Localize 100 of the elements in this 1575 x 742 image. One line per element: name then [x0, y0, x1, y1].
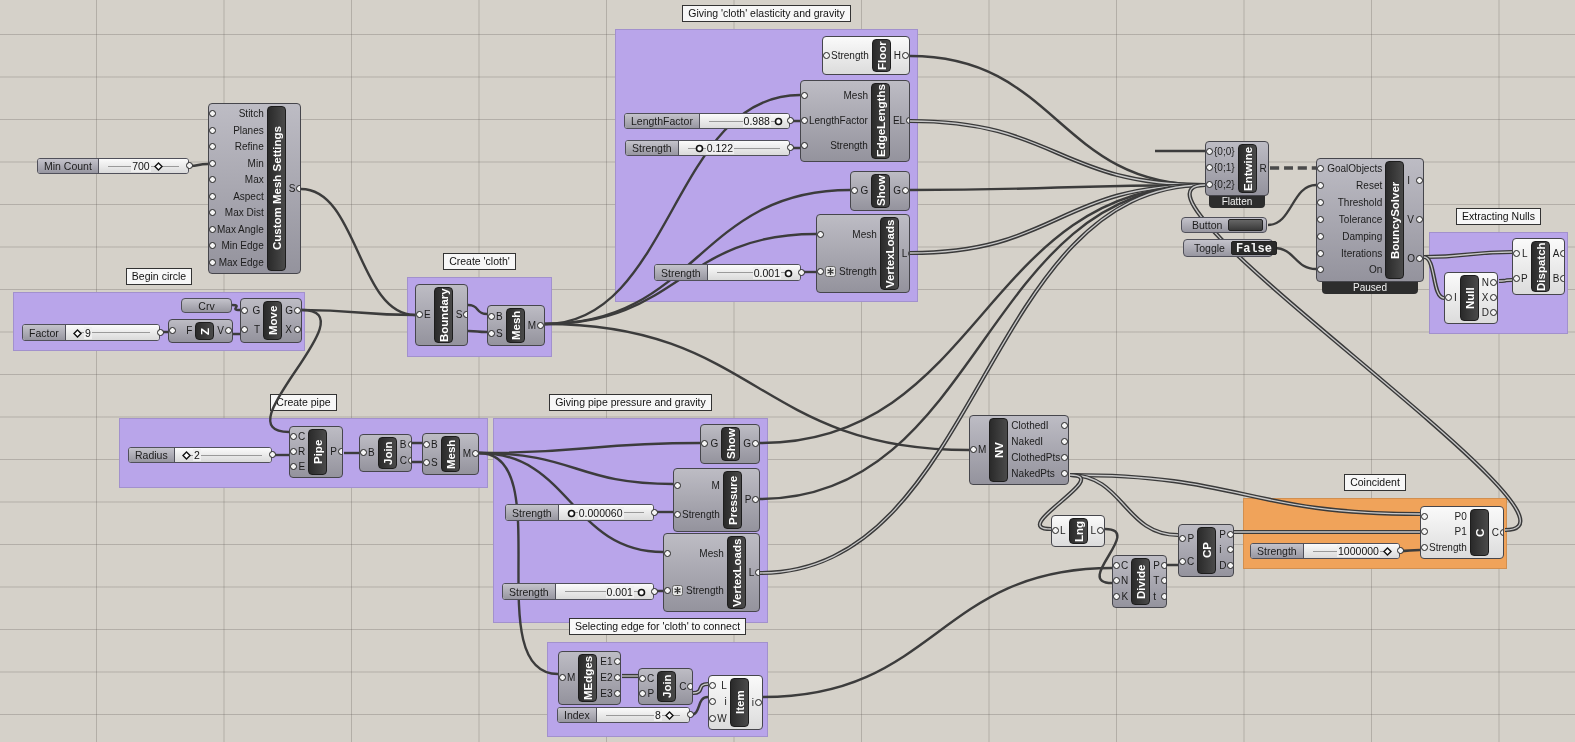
- slider-grip[interactable]: [664, 711, 674, 720]
- input-port[interactable]: LengthFactor: [801, 115, 871, 127]
- output-port[interactable]: G: [740, 438, 759, 450]
- input-port[interactable]: P0: [1421, 510, 1470, 523]
- component[interactable]: L i W Item i: [708, 675, 763, 730]
- input-port[interactable]: L: [1052, 525, 1069, 537]
- input-port[interactable]: S: [488, 328, 506, 341]
- toggle-value[interactable]: False: [1230, 241, 1277, 255]
- output-port[interactable]: L: [1087, 525, 1104, 537]
- output-port[interactable]: X: [282, 324, 301, 337]
- input-port[interactable]: P1: [1421, 526, 1470, 539]
- output-port[interactable]: A: [1549, 247, 1564, 260]
- input-port[interactable]: Refine: [209, 141, 267, 154]
- component[interactable]: E Boundary S: [415, 284, 468, 346]
- output-port[interactable]: E3: [597, 688, 620, 700]
- input-port[interactable]: Reset: [1317, 180, 1386, 193]
- output-port[interactable]: S: [452, 309, 467, 321]
- input-port[interactable]: {0;1}: [1206, 162, 1238, 175]
- output-port[interactable]: B: [396, 439, 411, 451]
- push-button[interactable]: [1228, 219, 1263, 231]
- output-port[interactable]: M: [524, 319, 544, 332]
- output-port[interactable]: i: [1216, 544, 1233, 557]
- output-port[interactable]: NakedI: [1008, 436, 1068, 448]
- component[interactable]: G Show G: [700, 424, 760, 464]
- slider-grip[interactable]: [153, 162, 163, 171]
- input-port[interactable]: B: [360, 447, 378, 459]
- input-port[interactable]: On: [1317, 264, 1386, 277]
- input-port[interactable]: Strength: [674, 508, 723, 521]
- output-port[interactable]: M: [459, 448, 478, 460]
- input-port[interactable]: Max Angle: [209, 223, 267, 236]
- input-port[interactable]: F: [169, 325, 196, 337]
- input-port[interactable]: I: [1445, 292, 1460, 304]
- output-port[interactable]: i: [748, 696, 762, 709]
- output-port[interactable]: E2: [597, 672, 620, 684]
- input-port[interactable]: Stitch: [209, 108, 267, 121]
- input-port[interactable]: Damping: [1317, 230, 1386, 243]
- input-port[interactable]: M: [674, 479, 723, 492]
- input-port[interactable]: P: [639, 688, 658, 701]
- slider-grip[interactable]: [1382, 547, 1392, 556]
- input-port[interactable]: Mesh: [801, 89, 871, 102]
- slider-grip[interactable]: [566, 508, 576, 518]
- input-port[interactable]: Mesh: [817, 229, 880, 242]
- output-port[interactable]: NakedPts: [1008, 468, 1068, 480]
- input-port[interactable]: Planes: [209, 124, 267, 137]
- output-port[interactable]: X: [1478, 292, 1497, 304]
- input-port[interactable]: K: [1113, 591, 1132, 604]
- input-port[interactable]: N: [1113, 575, 1132, 588]
- input-port[interactable]: Mesh: [664, 548, 727, 561]
- slider-grip[interactable]: [636, 587, 646, 597]
- input-port[interactable]: Aspect: [209, 190, 267, 203]
- slider-grip[interactable]: [182, 451, 192, 460]
- curve-parameter[interactable]: Crv: [181, 298, 232, 313]
- output-port[interactable]: ClothedI: [1008, 420, 1068, 432]
- input-port[interactable]: Strength: [1421, 542, 1470, 555]
- input-port[interactable]: M: [559, 672, 579, 684]
- output-port[interactable]: B: [1549, 273, 1564, 286]
- slider-grip[interactable]: [784, 268, 793, 278]
- input-port[interactable]: {0;2}: [1206, 178, 1238, 191]
- input-port[interactable]: Max Dist: [209, 207, 267, 220]
- output-port[interactable]: D: [1216, 560, 1233, 573]
- input-port[interactable]: Strength: [823, 49, 872, 62]
- output-port[interactable]: P: [741, 494, 759, 506]
- input-port[interactable]: Max Edge: [209, 256, 267, 269]
- component[interactable]: L Lng L: [1051, 515, 1105, 547]
- input-port[interactable]: W: [709, 712, 730, 725]
- input-port[interactable]: Threshold: [1317, 197, 1386, 210]
- input-port[interactable]: Strength: [801, 140, 871, 153]
- input-port[interactable]: E: [416, 309, 434, 321]
- output-port[interactable]: I: [1404, 174, 1423, 187]
- output-port[interactable]: C: [676, 680, 692, 693]
- output-port[interactable]: G: [282, 304, 301, 317]
- output-port[interactable]: E1: [597, 656, 620, 668]
- output-port[interactable]: L: [745, 566, 759, 579]
- input-port[interactable]: E: [290, 461, 309, 474]
- slider-grip[interactable]: [694, 144, 704, 153]
- slider-grip[interactable]: [73, 328, 82, 338]
- output-port[interactable]: N: [1478, 276, 1497, 289]
- output-port[interactable]: C: [396, 455, 411, 467]
- input-port[interactable]: B: [488, 310, 506, 323]
- input-port[interactable]: M: [970, 444, 990, 456]
- input-port[interactable]: C: [639, 672, 658, 685]
- input-port[interactable]: R: [290, 446, 309, 458]
- output-port[interactable]: T: [1150, 575, 1166, 588]
- input-port[interactable]: G: [701, 438, 722, 450]
- input-port[interactable]: B: [423, 439, 441, 451]
- input-port[interactable]: L: [709, 680, 730, 693]
- component[interactable]: G Show G: [850, 171, 910, 211]
- input-port[interactable]: Min: [209, 157, 267, 170]
- component[interactable]: P C CP P i D: [1178, 524, 1234, 577]
- output-port[interactable]: V: [1404, 214, 1423, 226]
- input-port[interactable]: Min Edge: [209, 240, 267, 253]
- output-port[interactable]: P: [1150, 559, 1166, 572]
- output-port[interactable]: V: [214, 325, 232, 337]
- input-port[interactable]: Strength: [817, 265, 880, 278]
- component[interactable]: I Null N X D: [1444, 272, 1498, 324]
- output-port[interactable]: S: [285, 182, 300, 195]
- input-port[interactable]: L: [1513, 247, 1531, 260]
- input-port[interactable]: {0;0}: [1206, 146, 1238, 159]
- input-port[interactable]: C: [290, 430, 309, 443]
- output-port[interactable]: P: [327, 446, 342, 458]
